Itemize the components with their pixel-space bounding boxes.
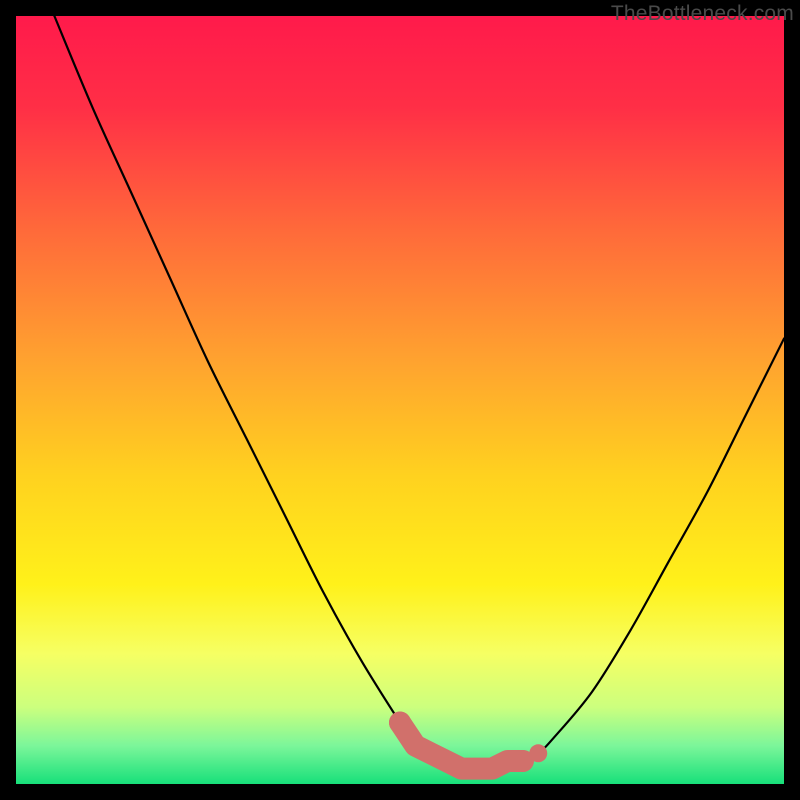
curve-layer bbox=[16, 16, 784, 784]
highlight-end-dot bbox=[389, 712, 411, 734]
chart-root: TheBottleneck.com bbox=[0, 0, 800, 800]
watermark-label: TheBottleneck.com bbox=[611, 2, 794, 26]
highlight-dot bbox=[529, 744, 547, 762]
bottleneck-curve bbox=[54, 16, 784, 770]
highlight-markers bbox=[389, 712, 547, 772]
plot-area bbox=[16, 16, 784, 784]
highlight-lobe bbox=[400, 723, 523, 769]
